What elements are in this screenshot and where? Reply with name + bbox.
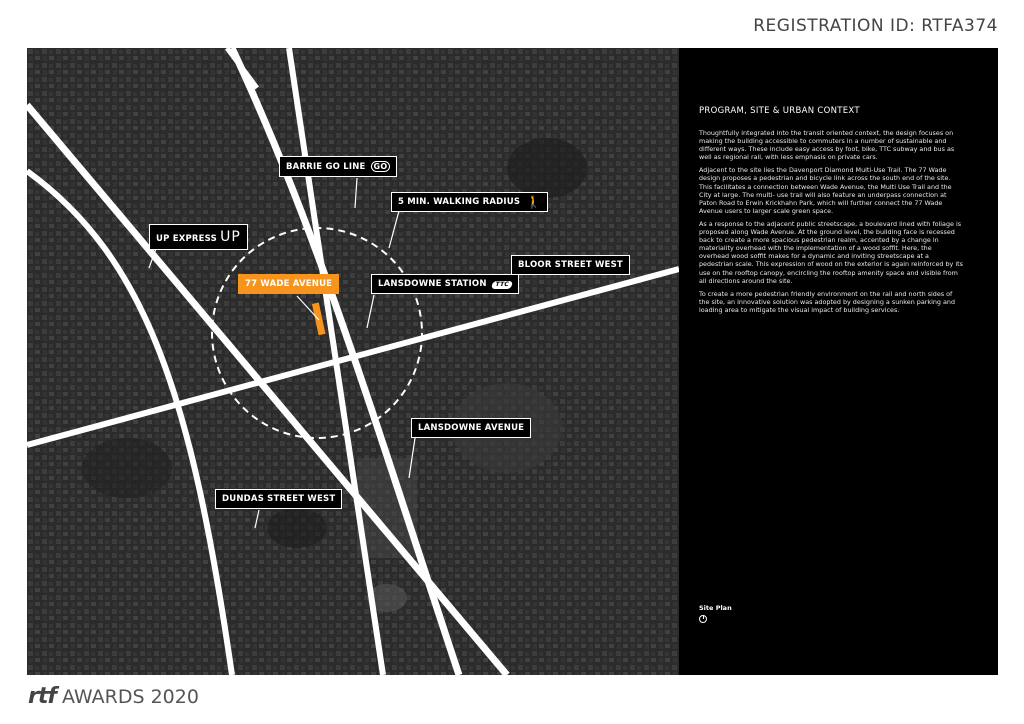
walking-radius-label: 5 MIN. WALKING RADIUS 🚶 [391,192,549,212]
paragraph-1: Thoughtfully integrated into the transit… [699,129,955,162]
rtf-logo-mark: rtf [28,684,57,709]
site-label-text: 77 WADE AVENUE [245,279,333,289]
bloor-street-label: BLOOR STREET WEST [511,255,630,275]
north-arrow-icon [699,615,707,623]
paragraph-3: As a response to the adjacent public str… [699,219,963,285]
paragraph-2: Adjacent to the site lies the Davenport … [699,166,952,215]
lansdowne-station-label: LANSDOWNE STATION TTC [371,274,519,294]
description-panel: PROGRAM, SITE & URBAN CONTEXT Thoughtful… [679,48,998,675]
dundas-street-text: DUNDAS STREET WEST [222,494,336,504]
lansdowne-avenue-text: LANSDOWNE AVENUE [418,423,525,433]
paragraph-4: To create a more pedestrian friendly env… [699,289,956,314]
site-plan-caption: Site Plan [699,604,732,612]
registration-id: REGISTRATION ID: RTFA374 [753,16,998,36]
pedestrian-icon: 🚶 [526,194,542,209]
aerial-map-graphic [27,48,679,675]
dundas-street-label: DUNDAS STREET WEST [215,489,343,509]
go-transit-icon: GO [370,161,391,172]
barrie-go-line-label: BARRIE GO LINE GO [279,156,398,177]
site-label-77-wade: 77 WADE AVENUE [238,274,340,294]
bloor-street-text: BLOOR STREET WEST [518,260,623,270]
rtf-awards-logo: rtf AWARDS 2020 [28,684,199,709]
walking-radius-text: 5 MIN. WALKING RADIUS [398,197,521,207]
ttc-icon: TTC [490,281,513,289]
up-express-label: UP EXPRESS UP [149,224,248,250]
panel-body: Thoughtfully integrated into the transit… [699,129,963,319]
barrie-go-line-text: BARRIE GO LINE [286,162,366,172]
up-express-icon: UP [220,229,241,245]
site-map: BARRIE GO LINE GO 5 MIN. WALKING RADIUS 🚶 … [27,48,679,675]
lansdowne-avenue-label: LANSDOWNE AVENUE [411,418,532,438]
lansdowne-station-text: LANSDOWNE STATION [378,279,487,289]
up-express-text: UP EXPRESS [156,234,217,244]
panel-title: PROGRAM, SITE & URBAN CONTEXT [699,106,860,116]
awards-text: AWARDS 2020 [61,686,199,708]
